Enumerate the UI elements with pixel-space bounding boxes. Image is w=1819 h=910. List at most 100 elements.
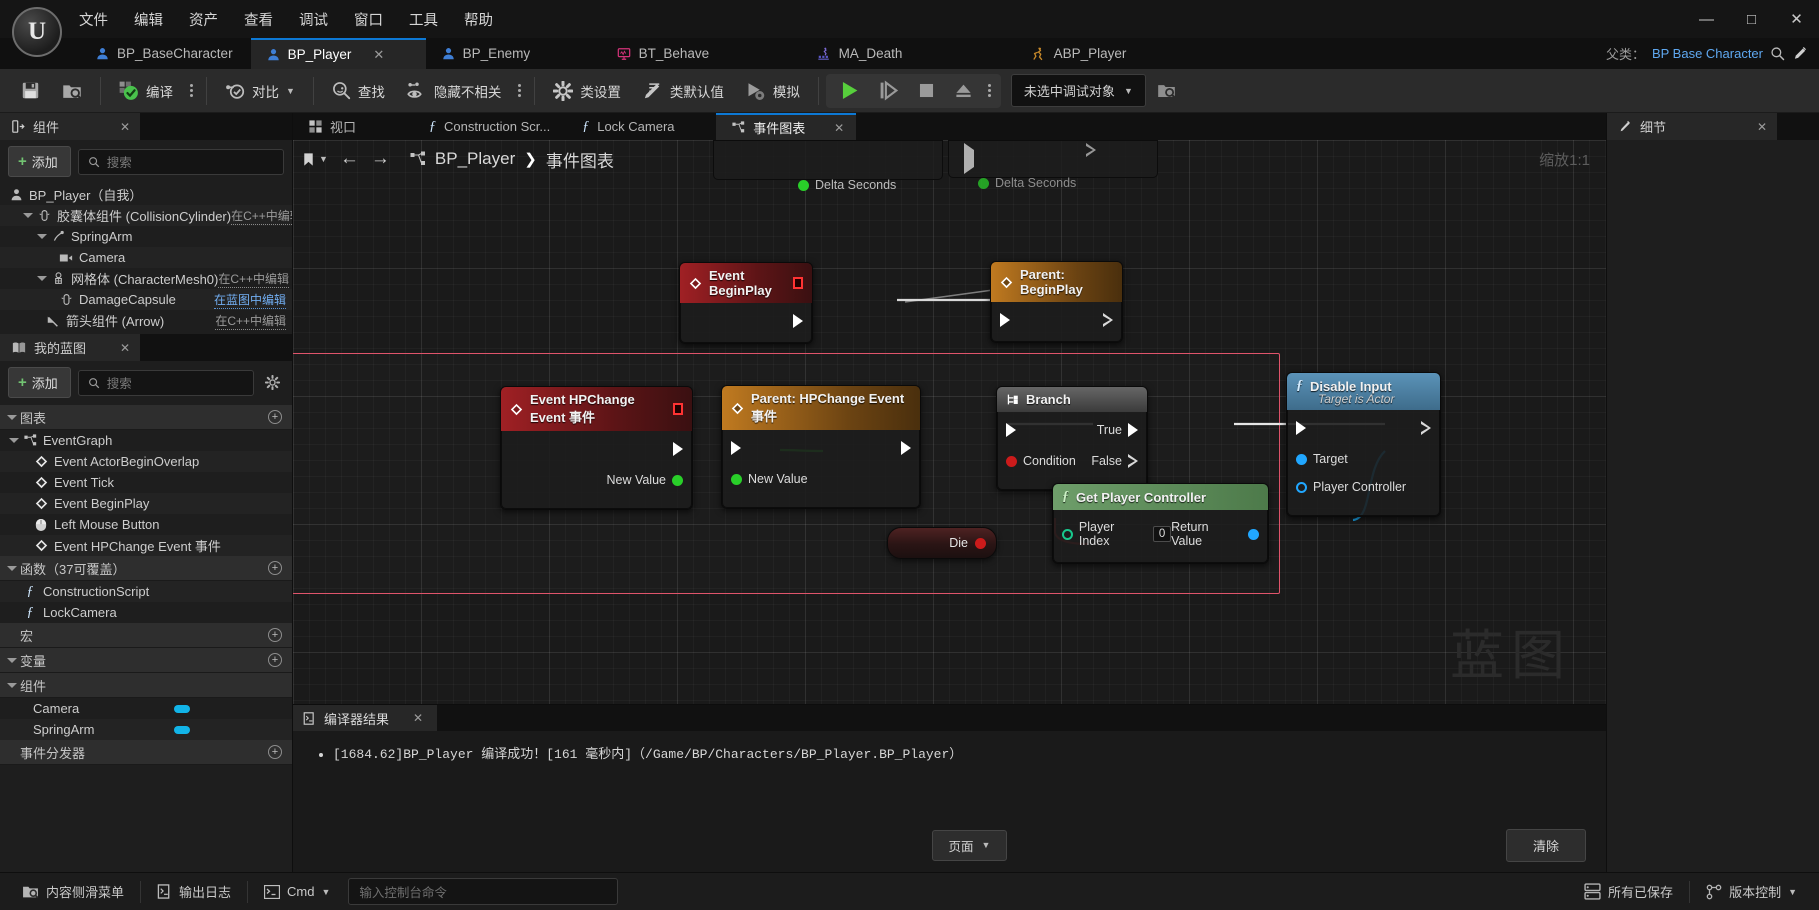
float-pin-icon[interactable] [978,177,989,189]
bool-pin-icon[interactable] [1006,455,1017,467]
pin-new-value[interactable]: New Value [606,473,683,487]
asset-tab-bp-basecharacter[interactable]: BP_BaseCharacter [80,38,251,69]
exec-output-pin[interactable] [793,314,803,328]
components-search-input[interactable]: 搜索 [77,148,284,175]
node-disable-input[interactable]: ƒ Disable Input Target is Actor Target P… [1286,372,1441,517]
nav-back-button[interactable]: ← [340,148,359,170]
hide-unrelated-button[interactable]: 隐藏不相关 [396,74,513,108]
pin-false[interactable]: False [1091,454,1138,468]
node-parent-beginplay[interactable]: Parent: BeginPlay [990,261,1123,343]
float-pin-icon[interactable] [798,179,809,191]
section-macros[interactable]: 宏 + [0,623,292,648]
exec-input-pin[interactable] [731,441,741,455]
close-icon[interactable]: ✕ [1757,120,1767,134]
exec-output-pin[interactable] [1103,313,1113,327]
node-parent-hpchange[interactable]: Parent: HPChange Event 事件 New Value [721,385,921,509]
pencil-icon[interactable] [1793,46,1809,62]
pin-new-value[interactable]: New Value [731,472,808,486]
float-pin-icon[interactable] [672,474,683,486]
function-row-constructionscript[interactable]: ƒ ConstructionScript [0,581,292,602]
chevron-down-icon[interactable] [22,210,33,221]
exec-output-pin[interactable] [1421,421,1431,435]
all-saved-button[interactable]: 所有已保存 [1572,877,1685,906]
object-pin-icon[interactable] [1248,528,1259,540]
exec-output-pin-false[interactable] [1128,454,1138,468]
browse-asset-button[interactable] [51,74,93,108]
pin-player-index[interactable]: Player Index 0 [1062,520,1172,548]
exec-output-pin-true[interactable] [1128,423,1138,437]
parent-class-value[interactable]: BP Base Character [1652,46,1763,61]
chevron-down-icon[interactable] [6,412,17,423]
object-pin-icon[interactable] [1296,481,1307,493]
class-defaults-button[interactable]: 类默认值 [632,74,735,108]
asset-tab-bp-player[interactable]: BP_Player ✕ [250,38,426,69]
output-log-button[interactable]: 输出日志 [145,877,243,906]
minimize-button[interactable]: — [1684,0,1729,38]
node-get-player-controller[interactable]: ƒ Get Player Controller Player Index 0 R… [1052,483,1269,564]
add-variable-icon[interactable]: + [268,653,282,667]
pin-target[interactable]: Target [1296,452,1348,466]
chevron-down-icon[interactable] [6,563,17,574]
cmd-mode-selector[interactable]: Cmd ▼ [252,879,342,904]
event-badge-icon[interactable] [672,403,683,415]
close-icon[interactable]: ✕ [413,711,423,725]
asset-tab-bp-enemy[interactable]: BP_Enemy [425,38,601,69]
graph-row-left-mouse-button[interactable]: Left Mouse Button [0,514,292,535]
chevron-down-icon[interactable] [8,435,19,446]
graph-row-eventgraph[interactable]: EventGraph [0,430,292,451]
graph-row-event-tick[interactable]: Event Tick [0,472,292,493]
bool-pin-icon[interactable] [975,537,986,549]
section-components[interactable]: 组件 [0,673,292,698]
close-icon[interactable]: ✕ [834,121,844,135]
class-settings-button[interactable]: 类设置 [542,74,632,108]
component-row-collisioncylinder[interactable]: 胶囊体组件 (CollisionCylinder) 在C++中编辑 [0,205,292,226]
variable-row-springarm[interactable]: SpringArm [0,719,292,740]
components-panel-tab[interactable]: 组件 ✕ [0,113,140,140]
details-panel-tab[interactable]: 细节 ✕ [1607,113,1777,140]
asset-tab-bt-behave[interactable]: BT_Behave [600,38,801,69]
graph-row-event-actorbeginoverlap[interactable]: Event ActorBeginOverlap [0,451,292,472]
simulate-button[interactable]: 模拟 [735,74,811,108]
compile-button[interactable]: 编译 [108,74,184,108]
close-icon[interactable]: ✕ [120,341,130,355]
search-icon[interactable] [1770,46,1786,62]
compiler-results-tab[interactable]: 编译器结果 ✕ [293,705,438,731]
add-function-icon[interactable]: + [268,561,282,575]
section-variables[interactable]: 变量 + [0,648,292,673]
play-options-icon[interactable] [982,84,997,97]
compiler-message[interactable]: [1684.62]BP_Player 编译成功！[161 毫秒内]（/Game/… [333,745,1606,765]
asset-tab-ma-death[interactable]: MA_Death [800,38,1016,69]
maximize-button[interactable]: □ [1729,0,1774,38]
stop-button[interactable] [908,74,945,108]
menu-item-help[interactable]: 帮助 [451,5,506,34]
exec-input-pin[interactable] [1296,421,1306,435]
event-badge-icon[interactable] [792,277,803,289]
function-row-lockcamera[interactable]: ƒ LockCamera [0,602,292,623]
menu-item-view[interactable]: 查看 [231,5,286,34]
content-drawer-button[interactable]: 内容侧滑菜单 [10,877,136,906]
find-button[interactable]: 查找 [321,74,396,108]
console-command-input[interactable]: 输入控制台命令 [348,878,619,905]
nav-forward-button[interactable]: → [371,148,390,170]
menu-item-debug[interactable]: 调试 [286,5,341,34]
chevron-down-icon[interactable] [6,680,17,691]
play-button[interactable] [830,74,869,108]
pin-true[interactable]: True [1097,423,1138,437]
pin-condition[interactable]: Condition [1006,454,1076,468]
bookmark-button[interactable]: ▼ [301,152,328,167]
page-selector-button[interactable]: 页面 ▼ [931,829,1008,861]
edit-in-cpp-link[interactable]: 在C++中编辑 [231,207,292,225]
edit-in-cpp-link[interactable]: 在C++中编辑 [215,312,286,330]
add-component-button[interactable]: + 添加 [8,146,71,177]
int-pin-icon[interactable] [1062,528,1073,540]
float-pin-icon[interactable] [731,473,742,485]
step-button[interactable] [869,74,908,108]
node-event-beginplay[interactable]: Event BeginPlay [679,262,813,344]
edit-in-cpp-link[interactable]: 在C++中编辑 [218,270,290,288]
diff-button[interactable]: 对比 ▼ [214,74,306,108]
gear-icon[interactable] [261,375,284,390]
clear-button[interactable]: 清除 [1505,828,1586,862]
component-row-arrow[interactable]: 箭头组件 (Arrow) 在C++中编辑 [0,310,292,331]
exec-input-pin[interactable] [1006,423,1016,437]
graph-tab-viewport[interactable]: 视口 [293,113,413,140]
